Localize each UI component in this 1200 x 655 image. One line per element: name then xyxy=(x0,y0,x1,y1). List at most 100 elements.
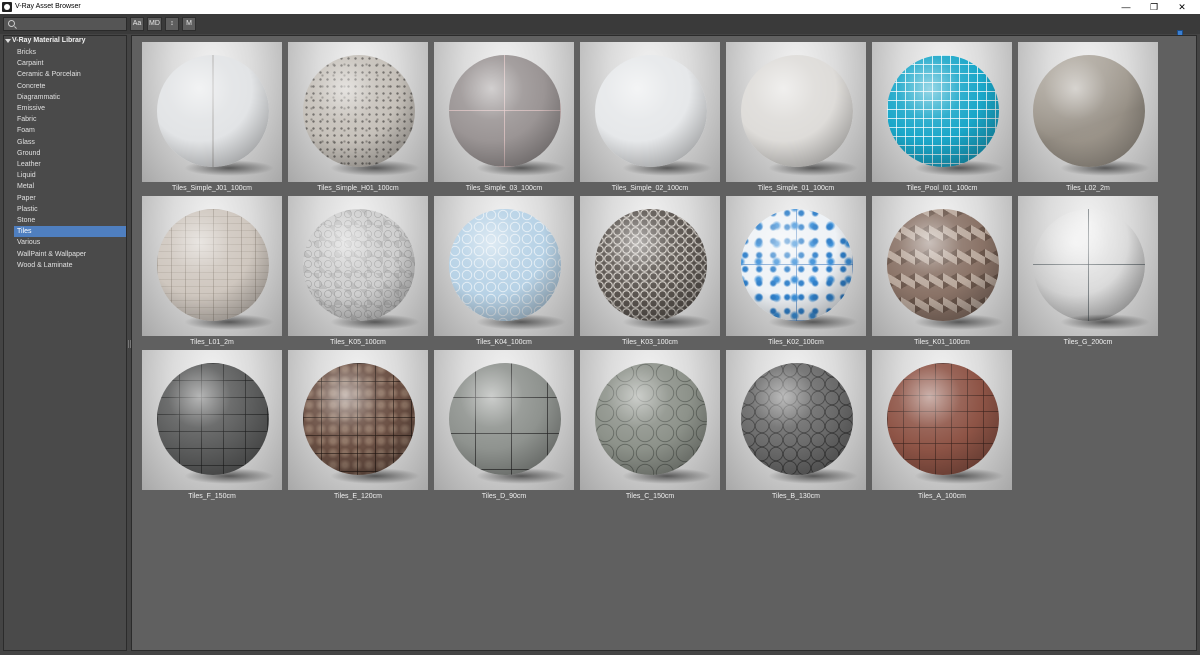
tree-item-concrete[interactable]: Concrete xyxy=(14,81,126,92)
tree-item-paper[interactable]: Paper xyxy=(14,193,126,204)
material-thumbnail[interactable] xyxy=(288,196,428,336)
material-tile[interactable]: Tiles_K05_100cm xyxy=(288,196,428,350)
tree-item-wallpaint-wallpaper[interactable]: WallPaint & Wallpaper xyxy=(14,249,126,260)
tree-item-bricks[interactable]: Bricks xyxy=(14,47,126,58)
restore-button[interactable]: ❐ xyxy=(1140,0,1168,14)
tree-item-ceramic-porcelain[interactable]: Ceramic & Porcelain xyxy=(14,69,126,80)
tree-item-liquid[interactable]: Liquid xyxy=(14,170,126,181)
tree-item-wood-laminate[interactable]: Wood & Laminate xyxy=(14,260,126,271)
tree-root-label: V-Ray Material Library xyxy=(12,37,86,44)
material-thumbnail[interactable] xyxy=(726,350,866,490)
material-tile[interactable]: Tiles_Simple_H01_100cm xyxy=(288,42,428,196)
material-thumbnail[interactable] xyxy=(288,350,428,490)
tree-item-foam[interactable]: Foam xyxy=(14,125,126,136)
sphere-shading xyxy=(303,55,415,167)
material-thumbnail[interactable] xyxy=(872,196,1012,336)
material-tile[interactable]: Tiles_Pool_I01_100cm xyxy=(872,42,1012,196)
search-input[interactable] xyxy=(3,17,127,31)
material-tile[interactable]: Tiles_D_90cm xyxy=(434,350,574,504)
material-name: Tiles_Simple_01_100cm xyxy=(757,185,835,192)
material-tile[interactable]: Tiles_K01_100cm xyxy=(872,196,1012,350)
material-tile[interactable]: Tiles_K03_100cm xyxy=(580,196,720,350)
material-thumbnail[interactable] xyxy=(434,350,574,490)
window-title: V-Ray Asset Browser xyxy=(15,3,81,10)
tree-item-various[interactable]: Various xyxy=(14,237,126,248)
material-sphere-icon xyxy=(595,209,707,321)
sphere-shading xyxy=(741,55,853,167)
m-filter-button[interactable]: M xyxy=(182,17,196,31)
material-tile[interactable]: Tiles_A_100cm xyxy=(872,350,1012,504)
tree-item-metal[interactable]: Metal xyxy=(14,181,126,192)
material-tile[interactable]: Tiles_G_200cm xyxy=(1018,196,1158,350)
material-name: Tiles_F_150cm xyxy=(188,493,236,500)
material-thumbnail[interactable] xyxy=(142,350,282,490)
tree-item-diagrammatic[interactable]: Diagrammatic xyxy=(14,92,126,103)
material-tile[interactable]: Tiles_K02_100cm xyxy=(726,196,866,350)
sphere-shading xyxy=(157,363,269,475)
material-name: Tiles_A_100cm xyxy=(918,493,966,500)
material-name: Tiles_K02_100cm xyxy=(768,339,824,346)
tree-item-leather[interactable]: Leather xyxy=(14,159,126,170)
material-sphere-icon xyxy=(887,55,999,167)
material-name: Tiles_L01_2m xyxy=(190,339,234,346)
material-thumbnail[interactable] xyxy=(1018,42,1158,182)
material-tile[interactable]: Tiles_E_120cm xyxy=(288,350,428,504)
material-thumbnail[interactable] xyxy=(580,42,720,182)
material-thumbnail[interactable] xyxy=(142,196,282,336)
tree-item-plastic[interactable]: Plastic xyxy=(14,204,126,215)
sort-button[interactable]: ↕ xyxy=(165,17,179,31)
match-case-button[interactable]: Aa xyxy=(130,17,144,31)
sphere-shading xyxy=(449,55,561,167)
material-tile[interactable]: Tiles_F_150cm xyxy=(142,350,282,504)
tree-root-vray-material-library[interactable]: V-Ray Material Library xyxy=(4,36,126,47)
sphere-shading xyxy=(887,209,999,321)
material-tile[interactable]: Tiles_K04_100cm xyxy=(434,196,574,350)
material-tile[interactable]: Tiles_C_150cm xyxy=(580,350,720,504)
tree-item-tiles[interactable]: Tiles xyxy=(14,226,126,238)
minimize-button[interactable]: — xyxy=(1112,0,1140,14)
material-name: Tiles_L02_2m xyxy=(1066,185,1110,192)
material-tile[interactable]: Tiles_L02_2m xyxy=(1018,42,1158,196)
material-thumbnail[interactable] xyxy=(726,196,866,336)
material-tile[interactable]: Tiles_Simple_03_100cm xyxy=(434,42,574,196)
tree-item-ground[interactable]: Ground xyxy=(14,148,126,159)
tree-item-glass[interactable]: Glass xyxy=(14,137,126,148)
material-thumbnail[interactable] xyxy=(580,196,720,336)
sphere-shading xyxy=(449,363,561,475)
material-name: Tiles_Simple_02_100cm xyxy=(611,185,689,192)
material-thumbnail[interactable] xyxy=(726,42,866,182)
material-sphere-icon xyxy=(449,209,561,321)
material-sphere-icon xyxy=(595,55,707,167)
material-tile[interactable]: Tiles_Simple_J01_100cm xyxy=(142,42,282,196)
tree-item-carpaint[interactable]: Carpaint xyxy=(14,58,126,69)
material-thumbnail[interactable] xyxy=(434,42,574,182)
material-tile[interactable]: Tiles_B_130cm xyxy=(726,350,866,504)
material-thumbnail[interactable] xyxy=(1018,196,1158,336)
material-tile[interactable]: Tiles_L01_2m xyxy=(142,196,282,350)
material-thumbnail[interactable] xyxy=(872,350,1012,490)
material-thumbnail[interactable] xyxy=(434,196,574,336)
material-sphere-icon xyxy=(157,55,269,167)
close-button[interactable]: ✕ xyxy=(1168,0,1196,14)
material-name: Tiles_K01_100cm xyxy=(914,339,970,346)
material-name: Tiles_Simple_H01_100cm xyxy=(317,185,399,192)
material-tile[interactable]: Tiles_Simple_01_100cm xyxy=(726,42,866,196)
material-thumbnail[interactable] xyxy=(288,42,428,182)
material-tile[interactable]: Tiles_Simple_02_100cm xyxy=(580,42,720,196)
material-name: Tiles_Pool_I01_100cm xyxy=(906,185,978,192)
material-thumbnail[interactable] xyxy=(142,42,282,182)
tree-item-emissive[interactable]: Emissive xyxy=(14,103,126,114)
tree-item-fabric[interactable]: Fabric xyxy=(14,114,126,125)
sphere-shading xyxy=(303,209,415,321)
material-thumbnail[interactable] xyxy=(872,42,1012,182)
material-thumbnail[interactable] xyxy=(580,350,720,490)
tree-item-stone[interactable]: Stone xyxy=(14,215,126,226)
material-sphere-icon xyxy=(741,55,853,167)
material-name: Tiles_D_90cm xyxy=(481,493,527,500)
material-sphere-icon xyxy=(741,363,853,475)
material-name: Tiles_K04_100cm xyxy=(476,339,532,346)
material-sphere-icon xyxy=(595,363,707,475)
md-filter-button[interactable]: MD xyxy=(147,17,162,31)
expand-arrow-icon[interactable] xyxy=(5,39,11,43)
category-tree: V-Ray Material Library Bricks Carpaint Cer… xyxy=(3,35,127,651)
